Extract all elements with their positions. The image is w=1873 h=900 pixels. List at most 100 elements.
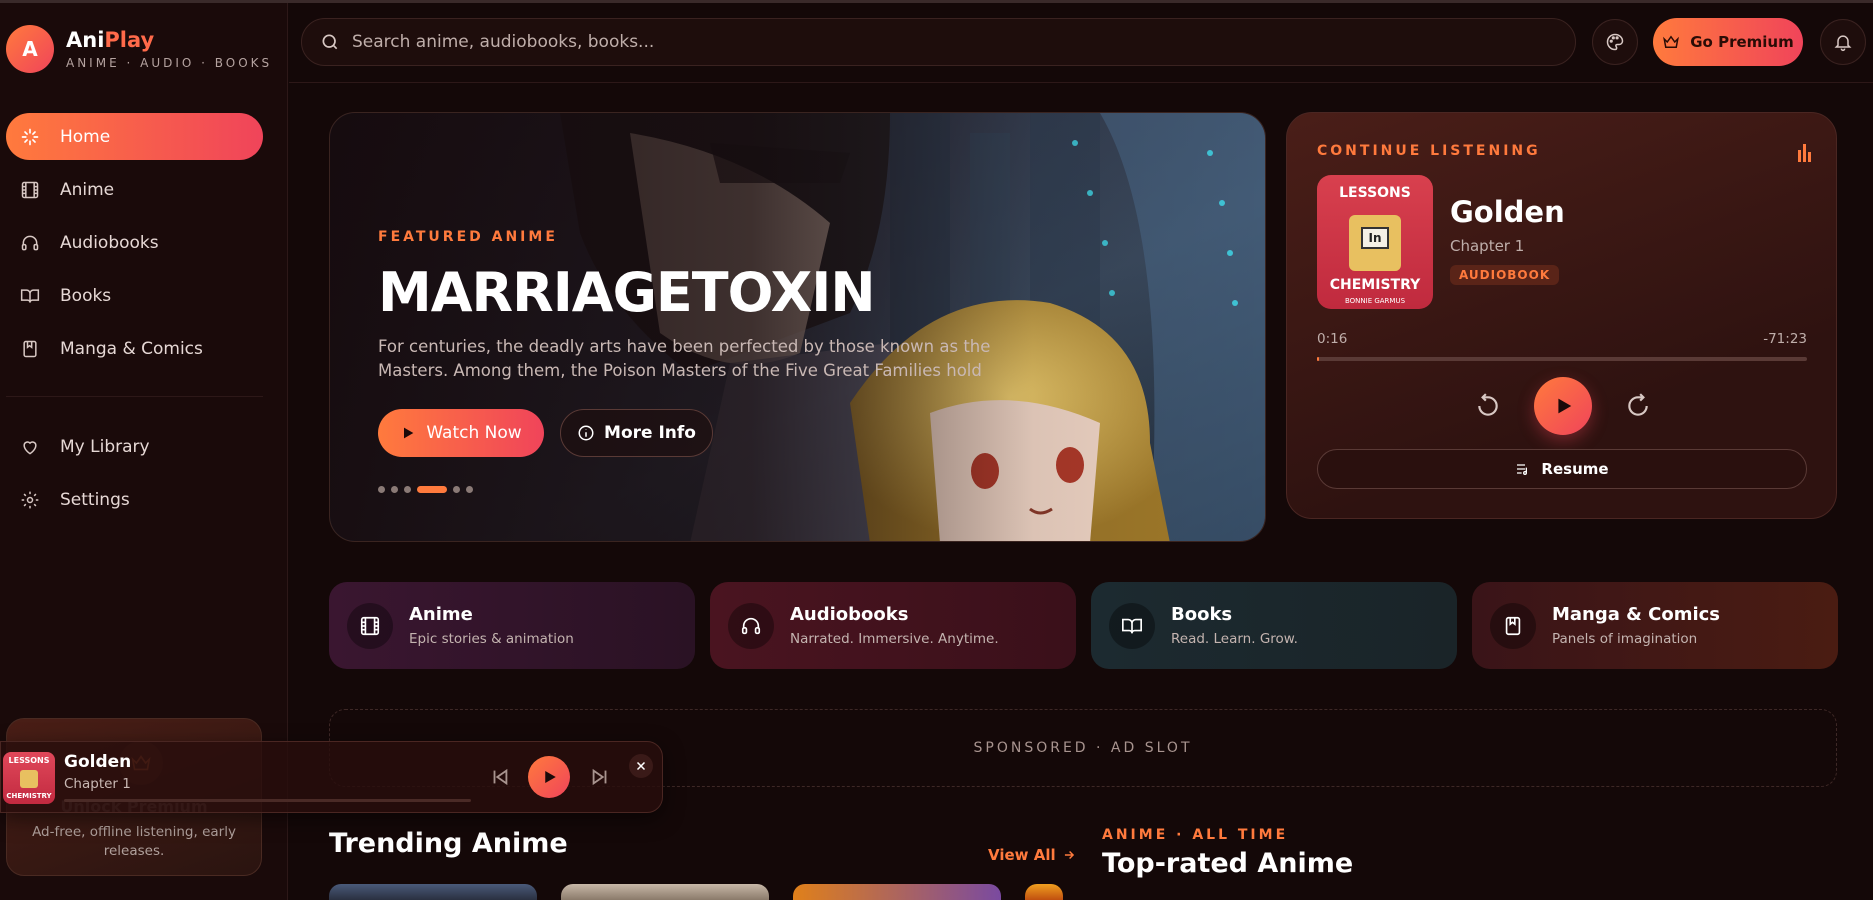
play-icon — [1558, 398, 1572, 414]
type-badge: AUDIOBOOK — [1450, 265, 1560, 285]
mini-player-progress[interactable] — [64, 799, 471, 802]
bell-icon — [1834, 35, 1852, 52]
slide-dot[interactable] — [378, 486, 385, 493]
sidebar-item-anime[interactable]: Anime — [6, 166, 263, 213]
hero-eyebrow: FEATURED ANIME — [378, 229, 558, 245]
notifications-button[interactable] — [1820, 19, 1866, 65]
category-title: Books — [1171, 604, 1233, 625]
anime-thumbnail[interactable] — [793, 884, 1001, 900]
sidebar-item-label: My Library — [60, 436, 150, 457]
mini-play-button[interactable] — [528, 756, 570, 798]
slide-dot[interactable] — [404, 486, 411, 493]
audiobook-title: Golden — [1450, 195, 1565, 229]
mini-player-cover[interactable]: LESSONS CHEMISTRY — [3, 752, 55, 804]
category-subtitle: Panels of imagination — [1552, 631, 1698, 647]
brand-logo: A — [6, 25, 54, 73]
hero-title: MARRIAGETOXIN — [378, 261, 876, 324]
category-subtitle: Narrated. Immersive. Anytime. — [790, 631, 999, 647]
mini-cover-bottom: CHEMISTRY — [6, 792, 52, 800]
category-card-books[interactable]: Books Read. Learn. Grow. — [1091, 582, 1457, 669]
secondary-nav: My Library Settings — [6, 423, 263, 529]
sidebar-item-label: Anime — [60, 179, 115, 200]
forward-icon[interactable] — [1625, 393, 1651, 419]
brand-name-part1: Ani — [66, 28, 105, 52]
sidebar-item-label: Audiobooks — [60, 232, 159, 253]
cover-sign: In — [1361, 227, 1389, 249]
category-card-anime[interactable]: Anime Epic stories & animation — [329, 582, 695, 669]
sidebar-item-books[interactable]: Books — [6, 272, 263, 319]
top-rated-eyebrow: ANIME · ALL TIME — [1102, 827, 1289, 843]
crown-icon — [1663, 35, 1680, 48]
playback-progress-fill — [1317, 357, 1320, 361]
slide-dot[interactable] — [391, 486, 398, 493]
theme-button[interactable] — [1592, 19, 1638, 65]
go-premium-button[interactable]: Go Premium — [1653, 18, 1803, 66]
sidebar-item-library[interactable]: My Library — [6, 423, 263, 470]
sidebar-item-home[interactable]: Home — [6, 113, 263, 160]
rewind-icon[interactable] — [1475, 393, 1501, 419]
more-info-button[interactable]: More Info — [560, 409, 713, 457]
sidebar-item-label: Books — [60, 285, 112, 306]
resume-button[interactable]: Resume — [1317, 449, 1807, 489]
skip-forward-icon[interactable] — [589, 766, 611, 788]
headphones-icon — [728, 602, 774, 649]
premium-label: Go Premium — [1690, 33, 1794, 51]
featured-hero-banner[interactable]: FEATURED ANIME MARRIAGETOXIN For centuri… — [329, 112, 1266, 542]
slide-dot[interactable] — [466, 486, 473, 493]
brand-name: AniPlay — [66, 28, 272, 52]
mini-player-title: Golden — [64, 752, 132, 772]
sidebar-item-label: Settings — [60, 489, 130, 510]
sparkle-icon — [21, 128, 39, 145]
category-card-manga[interactable]: Manga & Comics Panels of imagination — [1472, 582, 1838, 669]
category-subtitle: Epic stories & animation — [409, 631, 574, 647]
category-subtitle: Read. Learn. Grow. — [1171, 631, 1298, 647]
audiobook-cover[interactable]: LESSONS In CHEMISTRY BONNIE GARMUS — [1317, 175, 1433, 309]
arrow-right-icon — [1064, 850, 1074, 860]
search-icon — [322, 34, 338, 50]
category-card-audiobooks[interactable]: Audiobooks Narrated. Immersive. Anytime. — [710, 582, 1076, 669]
main-nav: Home Anime Audiobooks Books Manga & Comi… — [6, 113, 263, 378]
play-button[interactable] — [1534, 377, 1592, 435]
film-icon — [21, 181, 39, 198]
playback-progress-bar[interactable] — [1317, 357, 1807, 361]
gear-icon — [21, 491, 39, 508]
category-title: Audiobooks — [790, 604, 909, 625]
mini-cover-top: LESSONS — [8, 756, 50, 765]
view-all-link[interactable]: View All — [988, 846, 1076, 864]
hero-description: For centuries, the deadly arts have been… — [378, 337, 991, 380]
view-all-label: View All — [988, 846, 1056, 864]
search-bar — [301, 18, 1576, 66]
slide-dot-active[interactable] — [417, 486, 447, 493]
sidebar-item-audiobooks[interactable]: Audiobooks — [6, 219, 263, 266]
continue-eyebrow: CONTINUE LISTENING — [1317, 143, 1541, 159]
anime-thumbnail[interactable] — [1025, 884, 1063, 900]
sidebar-item-manga[interactable]: Manga & Comics — [6, 325, 263, 372]
watch-now-label: Watch Now — [426, 423, 522, 443]
playlist-icon — [1517, 464, 1528, 475]
top-rated-title: Top-rated Anime — [1102, 848, 1354, 879]
category-title: Anime — [409, 604, 473, 625]
play-icon — [404, 427, 414, 439]
header-divider — [289, 82, 1873, 83]
search-input[interactable] — [352, 32, 1452, 52]
slide-dot[interactable] — [453, 486, 460, 493]
anime-thumbnail[interactable] — [561, 884, 769, 900]
brand[interactable]: A AniPlay ANIME · AUDIO · BOOKS — [6, 25, 272, 73]
sidebar-divider — [6, 396, 263, 397]
film-icon — [347, 602, 393, 649]
more-info-label: More Info — [604, 423, 696, 443]
close-button[interactable] — [629, 754, 653, 778]
hero-slide-indicator — [378, 486, 473, 493]
anime-thumbnail[interactable] — [329, 884, 537, 900]
watch-now-button[interactable]: Watch Now — [378, 409, 544, 457]
resume-label: Resume — [1541, 460, 1609, 478]
heart-icon — [23, 440, 37, 455]
mini-player-subtitle: Chapter 1 — [64, 776, 131, 792]
sidebar-item-settings[interactable]: Settings — [6, 476, 263, 523]
bookmark-book-icon — [23, 340, 37, 357]
mini-cover-figure — [20, 770, 38, 788]
skip-back-icon[interactable] — [489, 766, 511, 788]
promo-text: Ad-free, offline listening, early releas… — [32, 824, 236, 859]
trending-title: Trending Anime — [329, 828, 568, 859]
sidebar-item-label: Manga & Comics — [60, 338, 203, 359]
